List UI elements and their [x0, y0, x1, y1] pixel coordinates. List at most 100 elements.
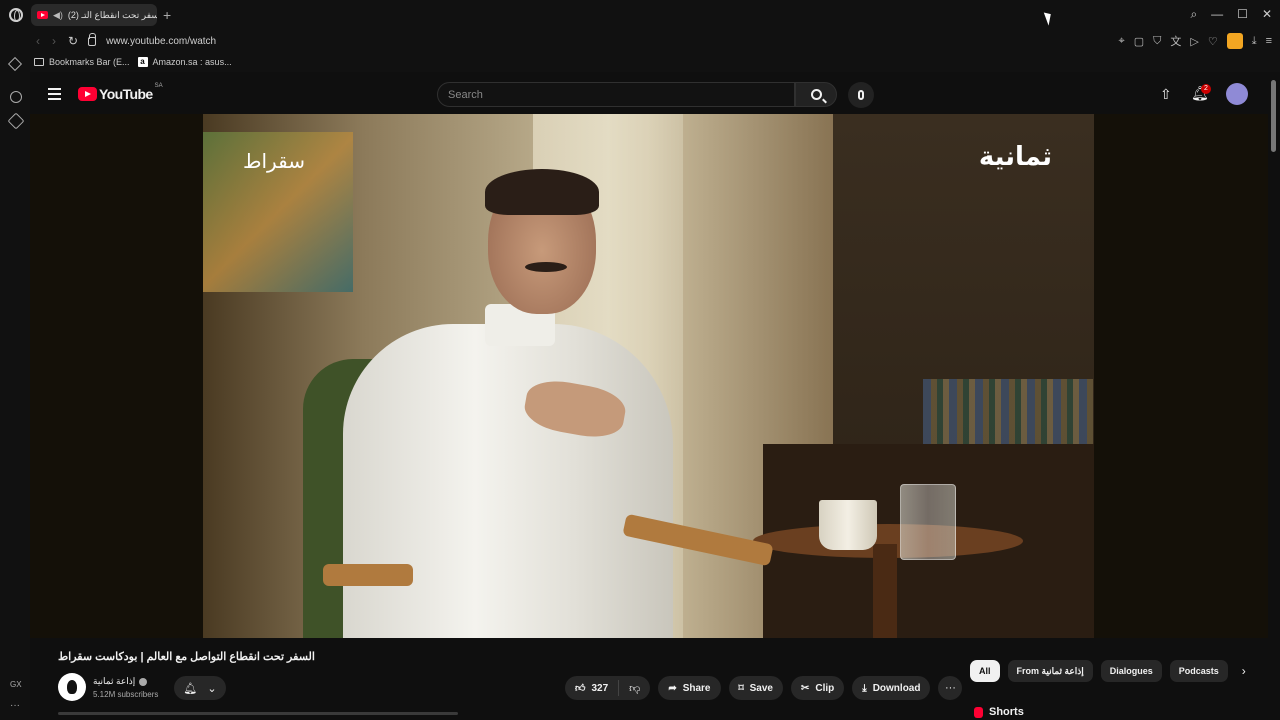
chevron-right-icon[interactable]: ›: [1242, 664, 1246, 678]
download-button[interactable]: ⤓ Download: [852, 676, 931, 700]
like-dislike-group: 👍︎ 327 👎︎: [565, 676, 651, 700]
download-arrow-icon: ⤓: [862, 682, 867, 694]
translate-icon[interactable]: 文: [1170, 33, 1181, 49]
page-scrollbar[interactable]: [1268, 72, 1280, 720]
like-button[interactable]: 👍︎ 327: [565, 680, 620, 696]
share-label: Share: [682, 682, 711, 694]
save-label: Save: [749, 682, 773, 694]
video-overlay-show-name: سقراط: [243, 149, 305, 173]
opera-sidebar: GX ···: [0, 56, 30, 720]
bookmark-label: Bookmarks Bar (E...: [49, 57, 130, 67]
search-input[interactable]: Search: [437, 82, 795, 107]
shorts-section-header: Shorts: [974, 706, 1024, 718]
video-actions: 👍︎ 327 👎︎ ➦ Share ⌑ Save ✂ Clip ⤓ Downlo…: [565, 676, 963, 700]
extension-icon[interactable]: [1226, 33, 1243, 49]
extension-icons: ⌖ ▢ ⛉ 文 ▷ ♡ ⤓ ≡: [1119, 33, 1272, 49]
bookmarks-bar: Bookmarks Bar (E... a Amazon.sa : asus..…: [0, 52, 1280, 72]
dislike-button[interactable]: 👎︎: [619, 682, 650, 695]
search-button[interactable]: [795, 82, 837, 107]
bookmark-amazon[interactable]: a Amazon.sa : asus...: [137, 57, 232, 67]
clip-button[interactable]: ✂ Clip: [791, 676, 845, 700]
nav-buttons: ‹ › ↻: [36, 34, 78, 48]
verified-icon: [139, 677, 148, 686]
address-bar: ‹ › ↻ www.youtube.com/watch ⌖ ▢ ⛉ 文 ▷ ♡ …: [0, 30, 1280, 52]
shield-icon[interactable]: ⛉: [1153, 35, 1161, 48]
back-icon[interactable]: ‹: [36, 34, 40, 48]
forward-icon[interactable]: ›: [52, 34, 56, 48]
amazon-icon: a: [137, 57, 148, 67]
folder-icon: [34, 58, 44, 66]
gx-label[interactable]: GX: [10, 680, 22, 689]
youtube-page: YouTube SA Search ⇧ 🔔︎ 2 سقراط ثمانية ال…: [30, 72, 1280, 720]
speaker-icon[interactable]: ◀): [53, 10, 63, 21]
more-horizontal-icon: ···: [944, 682, 956, 694]
download-label: Download: [872, 682, 921, 694]
video-player[interactable]: سقراط ثمانية: [203, 114, 1094, 638]
heart-icon[interactable]: ♡: [1208, 35, 1218, 48]
browser-tab[interactable]: ◀) (2) السفر تحت انقطاع التـ: [31, 4, 157, 26]
microphone-icon: [858, 90, 864, 100]
related-chips: All From إذاعة ثمانية Dialogues Podcasts…: [970, 660, 1246, 682]
chip-from-channel[interactable]: From إذاعة ثمانية: [1007, 660, 1093, 682]
subscription-bell-button[interactable]: 🔔︎ ⌄: [174, 676, 226, 700]
ai-icon[interactable]: [7, 112, 25, 130]
pin-icon[interactable]: ⌖: [1119, 35, 1125, 48]
search-placeholder: Search: [448, 88, 483, 101]
more-dots-icon[interactable]: ···: [10, 700, 20, 711]
description-divider: [58, 712, 458, 715]
maximize-icon[interactable]: ☐: [1237, 7, 1248, 22]
bookmark-icon: ⌑: [738, 682, 744, 694]
chip-dialogues[interactable]: Dialogues: [1100, 660, 1162, 682]
browser-tabbar: ◀) (2) السفر تحت انقطاع التـ + ⌕ — ☐ ✕: [0, 0, 1280, 30]
opera-logo-icon[interactable]: [9, 8, 23, 22]
search-icon: [810, 89, 822, 100]
thumbs-up-icon: 👍︎: [575, 683, 586, 694]
search-tabs-icon[interactable]: ⌕: [1190, 7, 1197, 22]
youtube-logo[interactable]: YouTube SA: [78, 83, 163, 102]
video-title: السفر تحت انقطاع التواصل مع العالم | بود…: [58, 651, 315, 663]
menu-icon[interactable]: ≡: [1266, 35, 1272, 47]
download-icon[interactable]: ⤓: [1252, 35, 1257, 48]
share-icon: ➦: [668, 682, 677, 694]
youtube-favicon-icon: [37, 11, 48, 19]
voice-search-button[interactable]: [848, 82, 874, 108]
like-count: 327: [591, 682, 609, 694]
more-actions-button[interactable]: ···: [938, 676, 963, 700]
reload-icon[interactable]: ↻: [68, 34, 78, 48]
account-avatar[interactable]: [1226, 83, 1248, 105]
new-tab-icon[interactable]: +: [163, 7, 171, 23]
bookmark-folder[interactable]: Bookmarks Bar (E...: [34, 57, 130, 67]
country-code: SA: [154, 83, 163, 89]
masthead: YouTube SA Search ⇧ 🔔︎ 2: [30, 72, 1268, 114]
clip-label: Clip: [815, 682, 835, 694]
guide-menu-icon[interactable]: [48, 88, 61, 103]
scroll-thumb[interactable]: [1271, 80, 1276, 152]
thumbs-down-icon: 👎︎: [629, 682, 641, 695]
bookmark-label: Amazon.sa : asus...: [152, 57, 232, 67]
shorts-icon: [974, 706, 983, 718]
share-button[interactable]: ➦ Share: [658, 676, 721, 700]
play-icon[interactable]: ▷: [1190, 35, 1198, 48]
video-overlay-brand: ثمانية: [978, 142, 1052, 172]
save-button[interactable]: ⌑ Save: [728, 676, 783, 700]
scissors-icon: ✂: [801, 682, 810, 694]
channel-name[interactable]: إذاعة ثمانية: [93, 676, 148, 687]
chip-all[interactable]: All: [970, 660, 1000, 682]
messenger-icon[interactable]: [10, 91, 22, 103]
channel-avatar[interactable]: [58, 673, 86, 701]
chevron-down-icon: ⌄: [207, 682, 217, 695]
url-field[interactable]: www.youtube.com/watch: [106, 36, 216, 47]
shorts-label: Shorts: [989, 706, 1024, 718]
chip-podcasts[interactable]: Podcasts: [1169, 660, 1228, 682]
snapshot-icon[interactable]: ▢: [1134, 35, 1144, 48]
channel-name-text: إذاعة ثمانية: [93, 676, 136, 686]
close-icon[interactable]: ✕: [1262, 7, 1272, 22]
upload-icon[interactable]: ⇧: [1160, 86, 1172, 103]
minimize-icon[interactable]: —: [1211, 7, 1223, 22]
window-controls: ⌕ — ☐ ✕: [1190, 7, 1272, 22]
youtube-play-icon: [78, 87, 97, 101]
tab-title: (2) السفر تحت انقطاع التـ: [67, 9, 157, 20]
logo-text: YouTube: [99, 86, 153, 102]
lock-icon[interactable]: [88, 32, 97, 46]
notification-badge: 2: [1201, 84, 1211, 94]
